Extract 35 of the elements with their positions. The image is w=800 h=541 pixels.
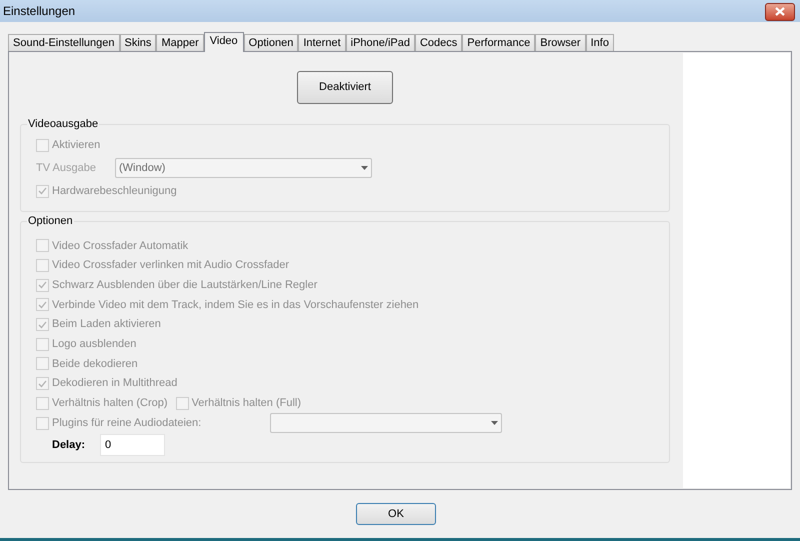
tab[interactable]: Skins (120, 34, 156, 51)
group-title: Optionen (27, 213, 74, 230)
checkbox-label: Dekodieren in Multithread (52, 376, 178, 392)
tab[interactable]: Video (204, 32, 244, 52)
checkbox-label: Schwarz Ausblenden über die Lautstärken/Line Regler (52, 278, 318, 293)
tab[interactable]: Optionen (244, 34, 298, 51)
ok-button[interactable]: OK (356, 503, 436, 525)
tab[interactable]: Codecs (414, 34, 462, 51)
field-label: TV Ausgabe (36, 160, 97, 176)
dropdown-arrow-icon (361, 166, 368, 170)
checkbox-label: Video Crossfader verlinken mit Audio Crossfader (52, 258, 290, 274)
tab[interactable]: iPhone/iPad (346, 34, 415, 51)
field-label: Delay: (51, 438, 86, 453)
toggle-button[interactable]: Deaktiviert (297, 71, 393, 104)
checkbox-label: Beide dekodieren (52, 356, 138, 372)
tab[interactable]: Info (586, 34, 614, 51)
checkbox-label: Aktivieren (52, 138, 100, 153)
tab[interactable]: Browser (535, 34, 586, 51)
dropdown-arrow-icon (491, 421, 498, 426)
close-button[interactable] (765, 2, 795, 20)
checkbox-label: Verhältnis halten (Crop) (52, 396, 168, 412)
checkbox-label: Plugins für reine Audiodateien: (52, 416, 202, 431)
checkbox-label: Beim Laden aktivieren (52, 317, 161, 332)
checkbox-label: Verbinde Video mit dem Track, indem Sie es in das Vorschaufenster ziehen (52, 298, 419, 313)
tab[interactable]: Mapper (156, 34, 204, 51)
window-title: Einstellungen (3, 3, 76, 20)
group-title: Videoausgabe (27, 116, 100, 132)
tab[interactable]: Internet (298, 34, 346, 51)
checkbox-label: Logo ausblenden (52, 337, 136, 352)
tab[interactable]: Performance (462, 34, 536, 51)
close-icon (775, 7, 785, 16)
checkbox-label: Video Crossfader Automatik (52, 238, 188, 254)
checkbox-label: Hardwarebeschleunigung (52, 184, 177, 199)
tab[interactable]: Sound-Einstellungen (8, 34, 120, 51)
checkbox-label: Verhältnis halten (Full) (192, 396, 302, 412)
